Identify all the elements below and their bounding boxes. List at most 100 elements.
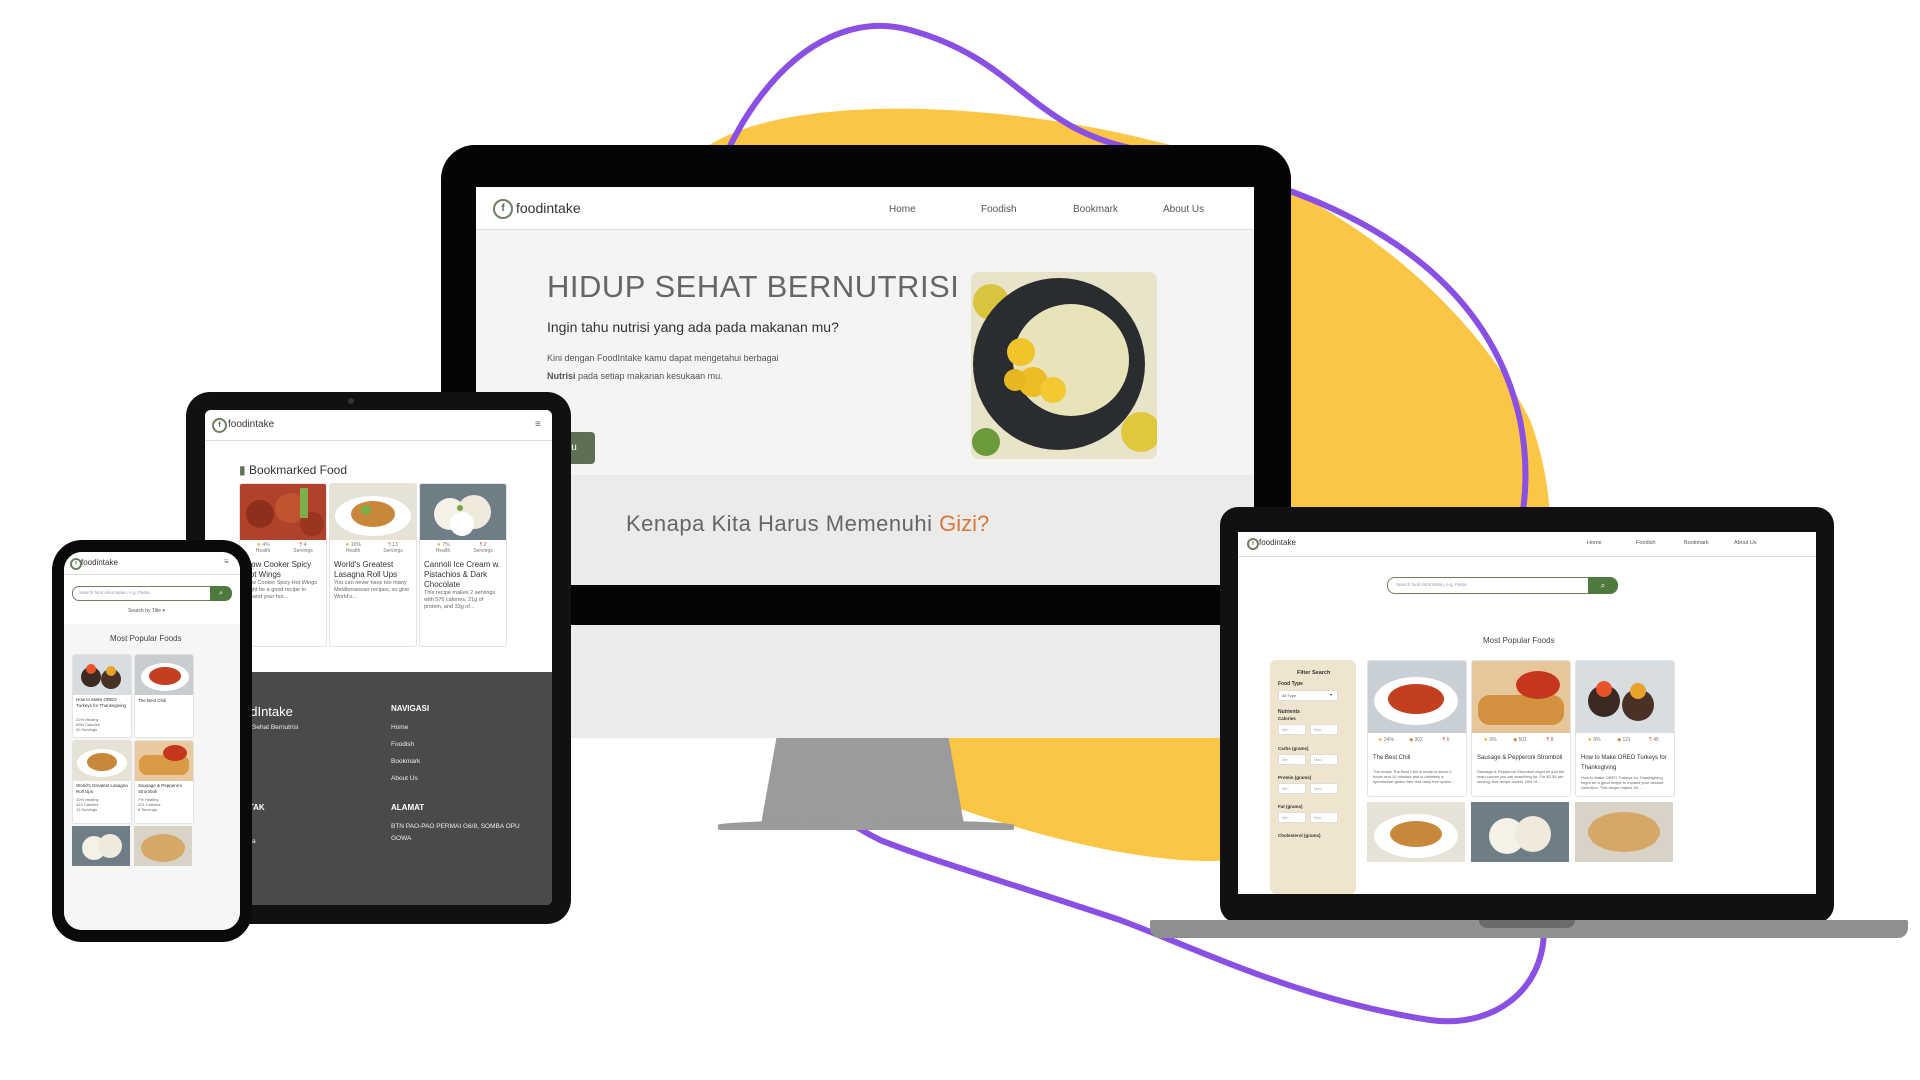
card-title[interactable]: How to Make OREO Turkeys for Thanksgivin… (76, 697, 130, 708)
bookmark-card[interactable]: ★ 10% Health ¶ 13 Servings World's Greates… (329, 483, 417, 647)
hamburger-menu-icon[interactable]: ≡ (535, 419, 541, 430)
card-image-lasagna (1367, 802, 1465, 862)
card-title[interactable]: Cannoli Ice Cream w. Pistachios & Dark C… (424, 560, 502, 590)
bookmarked-title: ▮ Bookmarked Food (239, 463, 347, 477)
laptop-brand[interactable]: foodintake (1259, 538, 1296, 547)
footer-nav-heading: NAVIGASI (391, 704, 430, 713)
footer-link-bookmark[interactable]: Bookmark (391, 758, 420, 765)
bookmark-card[interactable]: ★ 4% Health ¶ 4 Servings Slow Cooker Spicy… (239, 483, 327, 647)
footer-link-home[interactable]: Home (391, 724, 408, 731)
filter-calories-label: Calories (1278, 716, 1296, 721)
tablet-navbar: f foodintake ≡ (205, 410, 552, 441)
card-image-pie (134, 826, 192, 866)
phone-food-card[interactable]: How to Make OREO Turkeys for Thanksgivin… (72, 654, 132, 738)
phone-brand[interactable]: foodintake (81, 558, 118, 567)
protein-max-input[interactable]: Max (1310, 783, 1338, 794)
nav-home[interactable]: Home (889, 204, 916, 215)
laptop-search-button[interactable]: ⌕ (1588, 577, 1618, 594)
card-image-hot-wings (240, 484, 326, 540)
nav-home[interactable]: Home (1587, 540, 1602, 546)
laptop-logo-icon[interactable]: f (1247, 538, 1259, 550)
laptop-food-card[interactable]: ★ 9% ◆ 501 ¶ 8 Sausage & Pepperoni Strom… (1471, 660, 1571, 797)
nav-bookmark[interactable]: Bookmark (1073, 204, 1118, 215)
monitor-stand (760, 738, 965, 830)
card-description: Slow Cooker Spicy Hot Wings might be a g… (244, 580, 318, 600)
fat-max-input[interactable]: Max (1310, 812, 1338, 823)
filter-fat-label: Fat (grams) (1278, 804, 1303, 809)
tablet-footer: odIntake up Sehat Bernutrisi NAVIGASI Ho… (205, 672, 552, 905)
protein-min-input[interactable]: Min (1278, 783, 1306, 794)
laptop-food-card[interactable]: ★ 6% ◆ 121 ¶ 45 How to Make OREO Turkeys… (1575, 660, 1675, 797)
card-title[interactable]: The Best Chili (1373, 753, 1461, 763)
phone-search-button[interactable]: ⌕ (210, 586, 232, 601)
phone-search-by[interactable]: Search by Title ▾ (128, 608, 165, 614)
tablet-brand[interactable]: foodintake (228, 419, 274, 430)
calories-min-input[interactable]: Min (1278, 724, 1306, 735)
filter-cholesterol-label: Cholesterol (grams) (1278, 833, 1321, 838)
phone-hamburger-icon[interactable]: ≡ (224, 557, 229, 566)
footer-link-foodish[interactable]: Foodish (391, 741, 414, 748)
tablet-camera (348, 398, 354, 404)
card-servings-stat: ¶ 8 (1546, 737, 1554, 743)
hero-food-image (971, 272, 1157, 459)
card-description: The recipe The Best Chili is ready in ab… (1373, 769, 1455, 784)
carbs-max-input[interactable]: Max (1310, 754, 1338, 765)
brand-name[interactable]: foodintake (516, 200, 581, 216)
hero-paragraph-rest: pada setiap makanan kesukaan mu. (575, 371, 723, 381)
card-health-stat: ★ 7% Health (435, 542, 451, 554)
desktop-navbar: f foodintake Home Foodish Bookmark About… (476, 187, 1254, 230)
calories-max-input[interactable]: Max (1310, 724, 1338, 735)
card-image-chili (1368, 661, 1466, 733)
laptop-food-card[interactable]: ★ 34% ◆ 302 ¶ 6 The Best Chili The recip… (1367, 660, 1467, 797)
card-title[interactable]: World's Greatest Lasagna Roll Ups (334, 560, 412, 580)
bookmark-card[interactable]: ★ 7% Health ¶ 2 Servings Cannoli Ice Cream… (419, 483, 507, 647)
card-title[interactable]: The Best Chili (138, 697, 192, 704)
card-servings-stat: ¶ 13 Servings (383, 542, 403, 554)
card-image-oreo-turkeys (73, 655, 131, 695)
monitor-stand-base (718, 820, 1014, 830)
phone-popular-title: Most Popular Foods (110, 634, 182, 643)
why-heading-accent: Gizi? (939, 511, 990, 536)
laptop-popular-title: Most Popular Foods (1483, 636, 1555, 645)
desktop-screen: f foodintake Home Foodish Bookmark About… (476, 187, 1254, 738)
nav-about-us[interactable]: About Us (1734, 540, 1757, 546)
card-title[interactable]: How to Make OREO Turkeys for Thanksgivin… (1581, 753, 1669, 773)
card-title[interactable]: Sausage & Pepperoni Stromboli (1477, 753, 1565, 763)
phone-food-card[interactable]: The Best Chili (134, 654, 194, 738)
fat-min-input[interactable]: Min (1278, 812, 1306, 823)
phone-food-card[interactable]: Sausage & Pepperoni Stromboli 7% Healthy… (134, 740, 194, 824)
footer-address: BTN PAO-PAO PERMAI G6/8, SOMBA OPU GOWA (391, 823, 520, 842)
filter-nutrients-label: Nutrients (1278, 709, 1300, 715)
filter-carbs-label: Carbs (grams) (1278, 746, 1309, 751)
bookmarked-title-text: Bookmarked Food (248, 463, 348, 477)
card-health-stat: ★ 34% (1378, 737, 1394, 743)
card-servings-stat: ¶ 4 Servings (293, 542, 313, 554)
carbs-min-input[interactable]: Min (1278, 754, 1306, 765)
laptop-search-input[interactable]: Search food information, e.g. Pasta (1387, 577, 1599, 594)
card-servings-stat: ¶ 6 (1442, 737, 1450, 743)
nav-foodish[interactable]: Foodish (981, 204, 1017, 215)
phone-screen: f foodintake ≡ Search food information, … (64, 552, 240, 930)
card-calories-stat: ◆ 501 (1513, 737, 1527, 743)
footer-link-about-us[interactable]: About Us (391, 775, 418, 782)
card-title[interactable]: Sausage & Pepperoni Stromboli (138, 783, 192, 794)
card-description: You can never have too many Mediterranea… (334, 580, 410, 600)
card-stat-servings: 90 Servings (76, 727, 98, 732)
hero-paragraph-line1: Kini dengan FoodIntake kamu dapat menget… (547, 353, 779, 363)
card-title[interactable]: World's Greatest Lasagna Roll Ups (76, 783, 130, 794)
nav-foodish[interactable]: Foodish (1636, 540, 1656, 546)
chevron-down-icon: ▾ (1330, 692, 1333, 697)
card-stat-servings: 13 Servings (76, 807, 98, 812)
card-image-lasagna (330, 484, 416, 540)
filter-title: Filter Search (1297, 670, 1331, 676)
search-icon: ⌕ (1600, 581, 1606, 590)
card-title[interactable]: Slow Cooker Spicy Hot Wings (244, 560, 322, 580)
nav-bookmark[interactable]: Bookmark (1684, 540, 1709, 546)
nav-about-us[interactable]: About Us (1163, 204, 1204, 215)
tablet-logo-icon[interactable]: f (212, 418, 227, 433)
brand-logo-icon[interactable]: f (493, 199, 513, 219)
phone-food-card[interactable]: World's Greatest Lasagna Roll Ups 10% He… (72, 740, 132, 824)
card-image-lasagna (73, 741, 131, 781)
food-type-select[interactable]: All Type ▾ (1278, 690, 1338, 701)
phone-search-input[interactable]: Search food information, e.g. Pasta (72, 586, 224, 601)
